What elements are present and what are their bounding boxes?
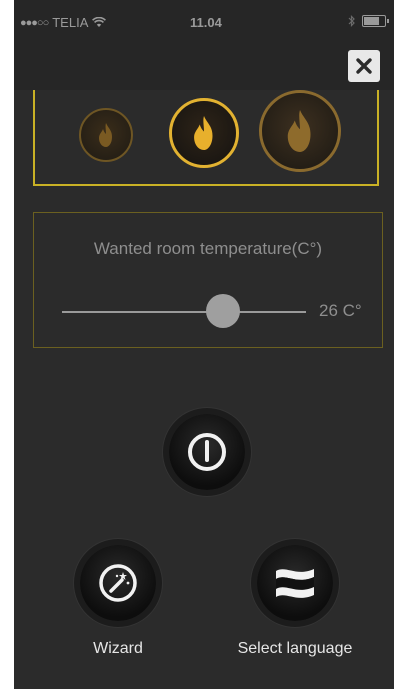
flame-icon: [287, 110, 311, 152]
temperature-slider-thumb[interactable]: [206, 294, 241, 328]
temperature-panel: Wanted room temperature(C°) 26 C°: [33, 212, 383, 348]
power-button[interactable]: [169, 414, 245, 490]
status-right: [348, 15, 389, 27]
select-language-button[interactable]: [257, 545, 333, 621]
wizard-button[interactable]: [80, 545, 156, 621]
temperature-title: Wanted room temperature(C°): [93, 239, 323, 258]
status-bar: ●●●○○ TELIA 11.04: [14, 0, 394, 44]
flame-icon: [194, 116, 213, 150]
wifi-icon: [92, 17, 107, 27]
battery-icon: [362, 15, 389, 27]
app-screen: ●●●○○ TELIA 11.04 Wanted room temperatur…: [14, 0, 394, 689]
wizard-label: Wizard: [93, 640, 143, 657]
header-bar: [14, 44, 394, 90]
power-icon: [188, 433, 226, 471]
carrier-name: TELIA: [52, 15, 89, 30]
temperature-slider-track[interactable]: [62, 311, 306, 313]
select-language-label: Select language: [237, 640, 353, 657]
flame-level-panel: [33, 90, 379, 186]
temperature-value: 26 C°: [319, 301, 362, 320]
close-button[interactable]: [348, 50, 380, 82]
close-icon: [356, 58, 372, 74]
flame-icon: [99, 123, 112, 147]
flag-icon: [276, 569, 314, 598]
status-left: ●●●○○ TELIA: [20, 15, 107, 30]
flame-level-large-button[interactable]: [259, 90, 341, 172]
signal-strength-icon: ●●●○○: [20, 16, 49, 29]
flame-level-medium-button[interactable]: [169, 98, 239, 168]
magic-wand-icon: [99, 564, 137, 602]
bluetooth-icon: [348, 15, 355, 27]
status-time: 11.04: [190, 15, 222, 30]
flame-level-small-button[interactable]: [79, 108, 133, 162]
